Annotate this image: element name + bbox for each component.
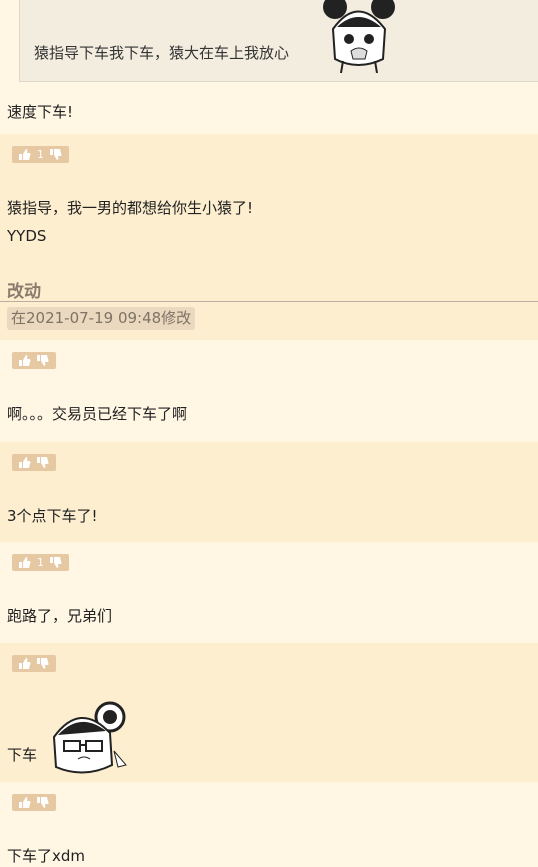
post-3: 3个点下车了! [0,442,538,542]
thumb-up-icon[interactable] [19,557,31,568]
vote-bar [12,794,56,811]
post-0: 猿指导下车我下车，猿大在车上我放心 速度下车! [0,0,538,134]
vote-bar [12,655,56,672]
edit-title: 改动 [7,282,41,302]
post-text: 猿指导，我一男的都想给你生小猿了! [7,199,254,217]
post-text: 下车 [7,746,38,764]
thumb-down-icon[interactable] [37,457,49,468]
thumb-up-icon[interactable] [19,457,31,468]
thumb-down-icon[interactable] [50,149,62,160]
anime-girl-sticker [323,0,395,73]
anime-girl-sticker [52,701,127,774]
thumb-up-icon[interactable] [19,658,31,669]
vote-bar [12,352,56,369]
post-text-line2: YYDS [7,227,47,245]
vote-bar: 1 [12,554,69,571]
thumb-down-icon[interactable] [37,797,49,808]
post-6: 下车了xdm [0,782,538,867]
post-text: 3个点下车了! [7,507,98,525]
post-1: 1 猿指导，我一男的都想给你生小猿了! YYDS 改动 在2021-07-19 … [0,134,538,340]
thumb-up-icon[interactable] [19,355,31,366]
edit-timestamp-badge: 在2021-07-19 09:48修改 [7,307,196,330]
post-5: 下车 [0,643,538,782]
post-text: 下车了xdm [7,847,86,865]
vote-count: 1 [37,148,44,161]
vote-bar: 1 [12,146,69,163]
thumb-down-icon[interactable] [50,557,62,568]
thumb-up-icon[interactable] [19,797,31,808]
post-text: 啊。。。交易员已经下车了啊 [7,405,188,423]
thumb-down-icon[interactable] [37,355,49,366]
divider [0,301,538,302]
vote-count: 1 [37,556,44,569]
quote-block: 猿指导下车我下车，猿大在车上我放心 [19,0,538,82]
post-text: 速度下车! [7,103,74,121]
post-4: 1 跑路了，兄弟们 [0,542,538,643]
quote-text: 猿指导下车我下车，猿大在车上我放心 [34,44,290,62]
vote-bar [12,454,56,471]
post-2: 啊。。。交易员已经下车了啊 [0,340,538,442]
post-text: 跑路了，兄弟们 [7,607,113,625]
thumb-down-icon[interactable] [37,658,49,669]
thumb-up-icon[interactable] [19,149,31,160]
